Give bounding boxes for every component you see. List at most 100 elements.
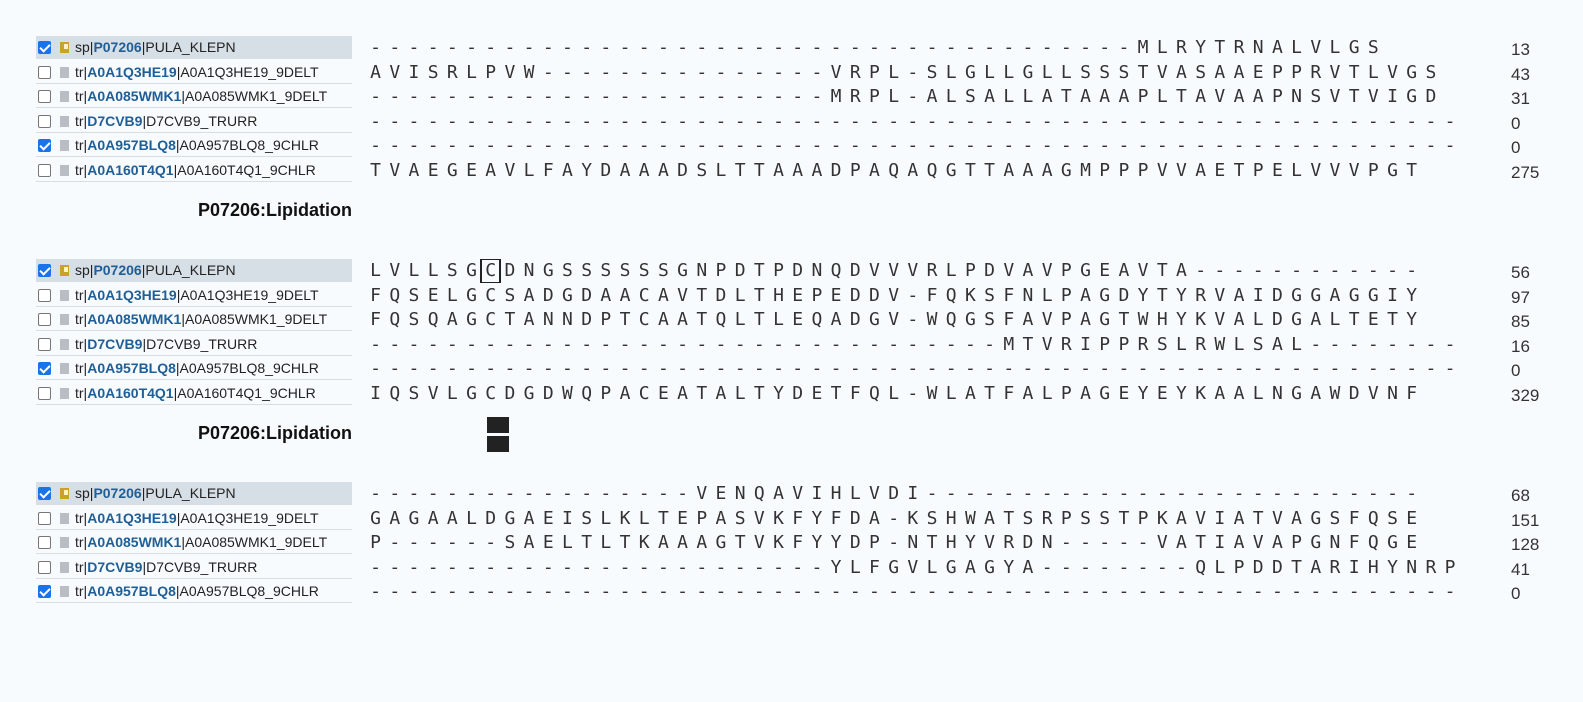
sequence-label: tr| A0A957BLQ8 |A0A957BLQ8_9CHLR <box>36 580 352 603</box>
sequence-checkbox[interactable] <box>38 40 51 54</box>
accession-link[interactable]: A0A085WMK1 <box>87 311 181 327</box>
sequence-label: sp| P07206 |PULA_KLEPN <box>36 36 352 59</box>
sequence-label: tr| A0A085WMK1 |A0A085WMK1_9DELT <box>36 308 352 331</box>
lipidation-feature-marker[interactable] <box>487 436 509 452</box>
sequence-residues: ------------------------MRPL-ALSALLATAAA… <box>370 86 1437 107</box>
sequence-row: sp| P07206 |PULA_KLEPN L V L L S G C D N G S S S S S S G N P D… <box>36 259 1576 283</box>
accession-link[interactable]: A0A085WMK1 <box>87 534 181 550</box>
residue-end-position: 329 <box>1511 386 1540 405</box>
reviewed-entry-icon <box>60 41 69 53</box>
residue-end-position: 275 <box>1511 163 1540 182</box>
sequence-label: tr| A0A1Q3HE19 |A0A1Q3HE19_9DELT <box>36 507 352 530</box>
accession-link[interactable]: A0A160T4Q1 <box>87 385 173 401</box>
sequence-checkbox[interactable] <box>38 386 51 400</box>
sequence-checkbox[interactable] <box>38 535 51 549</box>
residue-end-position: 31 <box>1511 89 1530 108</box>
accession-link[interactable]: D7CVB9 <box>87 113 142 129</box>
sequence-checkbox[interactable] <box>38 114 51 128</box>
unreviewed-entry-icon <box>60 115 69 127</box>
sequence-row: tr| D7CVB9 |D7CVB9_TRURR - - - - - - - - - - - - - - - - - -… <box>36 556 1576 580</box>
accession-link[interactable]: D7CVB9 <box>87 559 142 575</box>
entry-name: |A0A085WMK1_9DELT <box>181 534 328 550</box>
alignment-block: sp| P07206 |PULA_KLEPN - - - - - - - - - - - - - - - - - - - -… <box>0 34 1583 256</box>
entry-name: |A0A1Q3HE19_9DELT <box>176 287 319 303</box>
sequence-row: tr| A0A957BLQ8 |A0A957BLQ8_9CHLR - - - - - - - - - -… <box>36 580 1576 604</box>
sequence-label: tr| A0A957BLQ8 |A0A957BLQ8_9CHLR <box>36 357 352 380</box>
accession-link[interactable]: A0A957BLQ8 <box>87 137 176 153</box>
residue-end-position: 97 <box>1511 288 1530 307</box>
sequence-label: tr| D7CVB9 |D7CVB9_TRURR <box>36 110 352 133</box>
entry-name: |A0A160T4Q1_9CHLR <box>173 385 316 401</box>
entry-name: |A0A160T4Q1_9CHLR <box>173 162 316 178</box>
sequence-residues: ----------------------------------------… <box>370 37 1379 58</box>
entry-name: |A0A1Q3HE19_9DELT <box>176 64 319 80</box>
sequence-checkbox[interactable] <box>38 89 51 103</box>
sequence-checkbox[interactable] <box>38 263 51 277</box>
unreviewed-entry-icon <box>60 139 69 151</box>
sequence-residues: ----------------------------------------… <box>370 358 1456 379</box>
sequence-row: tr| A0A1Q3HE19 |A0A1Q3HE19_9DELT F Q S E L G C S A D… <box>36 284 1576 308</box>
residue-end-position: 0 <box>1511 138 1521 157</box>
sequence-checkbox[interactable] <box>38 486 51 500</box>
highlighted-residue[interactable]: C <box>480 259 502 283</box>
sequence-checkbox[interactable] <box>38 312 51 326</box>
sequence-checkbox[interactable] <box>38 163 51 177</box>
accession-link[interactable]: P07206 <box>93 262 141 278</box>
sequence-checkbox[interactable] <box>38 361 51 375</box>
database-prefix: tr| <box>75 113 88 129</box>
accession-link[interactable]: A0A1Q3HE19 <box>87 64 177 80</box>
sequence-label: tr| A0A1Q3HE19 |A0A1Q3HE19_9DELT <box>36 61 352 84</box>
residue-end-position: 56 <box>1511 263 1530 282</box>
sequence-checkbox[interactable] <box>38 560 51 574</box>
sequence-checkbox[interactable] <box>38 288 51 302</box>
residue-end-position: 85 <box>1511 312 1530 331</box>
unreviewed-entry-icon <box>60 387 69 399</box>
lipidation-feature-marker[interactable] <box>487 417 509 433</box>
accession-link[interactable]: A0A085WMK1 <box>87 88 181 104</box>
sequence-row: tr| A0A160T4Q1 |A0A160T4Q1_9CHLR T V A E G E A V L F… <box>36 159 1576 183</box>
entry-name: |D7CVB9_TRURR <box>142 336 258 352</box>
database-prefix: tr| <box>75 583 88 599</box>
residue-end-position: 0 <box>1511 114 1521 133</box>
unreviewed-entry-icon <box>60 536 69 548</box>
sequence-checkbox[interactable] <box>38 337 51 351</box>
sequence-label: tr| A0A085WMK1 |A0A085WMK1_9DELT <box>36 531 352 554</box>
sequence-checkbox[interactable] <box>38 584 51 598</box>
accession-link[interactable]: A0A957BLQ8 <box>87 360 176 376</box>
unreviewed-entry-icon <box>60 66 69 78</box>
accession-link[interactable]: A0A1Q3HE19 <box>87 510 177 526</box>
sequence-residues: -----------------VENQAVIHLVDI-----------… <box>370 483 1418 504</box>
entry-name: |A0A085WMK1_9DELT <box>181 88 328 104</box>
entry-name: |PULA_KLEPN <box>141 39 236 55</box>
reviewed-entry-icon <box>60 264 69 276</box>
sequence-label: tr| A0A1Q3HE19 |A0A1Q3HE19_9DELT <box>36 284 352 307</box>
database-prefix: tr| <box>75 64 88 80</box>
entry-name: |D7CVB9_TRURR <box>142 113 258 129</box>
residue-end-position: 151 <box>1511 511 1540 530</box>
sequence-residues: IQSVLGCDGDWQPACEATALTYDETFQL-WLATFALPAGE… <box>370 383 1418 404</box>
accession-link[interactable]: D7CVB9 <box>87 336 142 352</box>
accession-link[interactable]: P07206 <box>93 485 141 501</box>
entry-name: |A0A085WMK1_9DELT <box>181 311 328 327</box>
sequence-residues: ----------------------------------------… <box>370 581 1456 602</box>
residue-end-position: 0 <box>1511 361 1521 380</box>
residue-end-position: 128 <box>1511 535 1540 554</box>
accession-link[interactable]: A0A957BLQ8 <box>87 583 176 599</box>
sequence-checkbox[interactable] <box>38 511 51 525</box>
alignment-block: sp| P07206 |PULA_KLEPN - - - - - - - - - - - - - - - - - V E N… <box>0 480 1583 702</box>
database-prefix: tr| <box>75 385 88 401</box>
sequence-checkbox[interactable] <box>38 138 51 152</box>
database-prefix: tr| <box>75 534 88 550</box>
alignment-block: sp| P07206 |PULA_KLEPN L V L L S G C D N G S S S S S S G N P D… <box>0 257 1583 479</box>
accession-link[interactable]: A0A1Q3HE19 <box>87 287 177 303</box>
entry-name: |D7CVB9_TRURR <box>142 559 258 575</box>
accession-link[interactable]: A0A160T4Q1 <box>87 162 173 178</box>
sequence-label: tr| A0A085WMK1 |A0A085WMK1_9DELT <box>36 85 352 108</box>
sequence-checkbox[interactable] <box>38 65 51 79</box>
accession-link[interactable]: P07206 <box>93 39 141 55</box>
sequence-row: tr| A0A160T4Q1 |A0A160T4Q1_9CHLR I Q S V L G C D G D… <box>36 382 1576 406</box>
database-prefix: tr| <box>75 137 88 153</box>
database-prefix: sp| <box>75 39 94 55</box>
sequence-label: sp| P07206 |PULA_KLEPN <box>36 259 352 282</box>
unreviewed-entry-icon <box>60 561 69 573</box>
